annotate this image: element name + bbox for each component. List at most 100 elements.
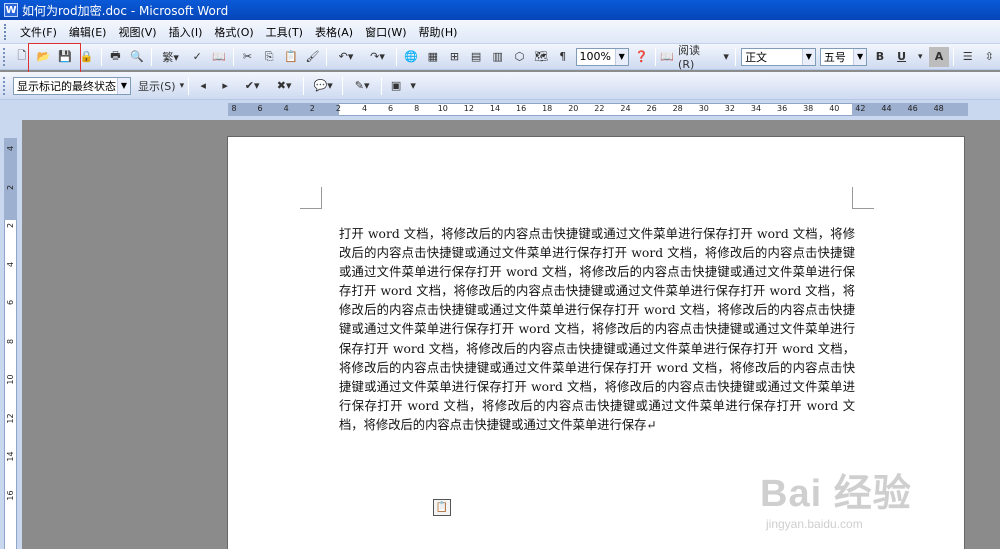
menu-window[interactable]: 窗口(W) [359, 22, 412, 42]
accept-change-icon[interactable]: ✔▾ [237, 76, 267, 96]
ruler-tick-label: 6 [388, 104, 394, 113]
track-changes-icon[interactable]: ✎▾ [347, 76, 377, 96]
open-folder-icon[interactable]: 📂 [34, 47, 54, 67]
title-bar: W 如何为rod加密.doc - Microsoft Word [0, 0, 1000, 20]
reject-change-icon[interactable]: ✖▾ [269, 76, 299, 96]
menu-help[interactable]: 帮助(H) [413, 22, 464, 42]
menu-tools[interactable]: 工具(T) [260, 22, 309, 42]
insert-excel-icon[interactable]: ▤ [466, 47, 486, 67]
chevron-down-icon[interactable]: ▼ [853, 48, 867, 65]
standard-toolbar: 🗋 📂 💾 🔒 🖶 🔍 繁▾ ✓ 📖 ✂ ⎘ 📋 🖌 ↶▾ ↷▾ 🌐 ▦ ⊞ ▤… [0, 44, 1000, 71]
chevron-down-icon[interactable]: ▼ [614, 48, 628, 65]
print-icon[interactable]: 🖶 [106, 47, 126, 67]
ruler-tick-label: 2 [6, 184, 15, 190]
format-painter-icon[interactable]: 🖌 [303, 47, 323, 67]
drawing-icon[interactable]: ⬡ [510, 47, 530, 67]
copy-icon[interactable]: ⎘ [259, 47, 279, 67]
markup-combo[interactable]: 显示标记的最终状态 ▼ [13, 76, 131, 95]
show-hide-icon[interactable]: ¶ [553, 47, 573, 67]
insert-comment-icon[interactable]: 💬▾ [308, 76, 338, 96]
spelling-icon[interactable]: ✓ [187, 47, 207, 67]
separator [655, 47, 657, 66]
paste-icon[interactable]: 📋 [281, 47, 301, 67]
columns-icon[interactable]: ▥ [488, 47, 508, 67]
ruler-tick-label: 32 [724, 104, 735, 113]
ruler-tick-label: 30 [698, 104, 709, 113]
menu-edit[interactable]: 编辑(E) [63, 22, 113, 42]
separator [326, 47, 328, 66]
insert-table-icon[interactable]: ⊞ [445, 47, 465, 67]
redo-icon[interactable]: ↷▾ [363, 47, 392, 67]
ruler-tick-label: 24 [620, 104, 631, 113]
character-shading-button[interactable]: A [929, 46, 949, 67]
horizontal-ruler[interactable]: 8 6 4 2 2 4 6 8 10 12 14 16 18 20 22 24 26 28 30 32 34 36 38 40… [0, 100, 1000, 120]
underline-dropdown-icon[interactable]: ▾ [913, 47, 927, 67]
zoom-combo[interactable]: 100% ▼ [575, 47, 629, 66]
font-size-combo[interactable]: 五号 ▼ [819, 47, 868, 66]
ruler-tick-label: 44 [881, 104, 892, 113]
undo-icon[interactable]: ↶▾ [331, 47, 360, 67]
vertical-ruler[interactable]: 4 2 2 4 6 8 10 12 14 16 [0, 120, 22, 549]
document-body-text[interactable]: 打开 word 文档，将修改后的内容点击快捷键或通过文件菜单进行保存打开 wor… [339, 225, 855, 435]
menu-format[interactable]: 格式(O) [208, 22, 259, 42]
separator [342, 76, 344, 95]
menu-view[interactable]: 视图(V) [112, 22, 162, 42]
toolbar-grip[interactable] [3, 76, 8, 95]
menu-table[interactable]: 表格(A) [309, 22, 359, 42]
separator [381, 76, 383, 95]
chevron-down-icon[interactable]: ▼ [801, 48, 815, 65]
menu-insert[interactable]: 插入(I) [163, 22, 209, 42]
separator [100, 47, 102, 66]
reviewing-pane-icon[interactable]: ▣ [386, 76, 406, 96]
separator [150, 47, 152, 66]
document-map-icon[interactable]: 🗺 [531, 47, 551, 67]
previous-change-icon[interactable]: ◂ [193, 76, 213, 96]
margin-corner-right [852, 187, 874, 209]
print-preview-icon[interactable]: 🔍 [127, 47, 147, 67]
toolbar-options-icon[interactable]: ▾ [721, 47, 731, 67]
ruler-tick-label: 4 [6, 145, 15, 152]
style-combo[interactable]: 正文 ▼ [741, 47, 816, 66]
ruler-tick-label: 4 [283, 104, 289, 113]
hyperlink-icon[interactable]: 🌐 [401, 47, 421, 67]
line-spacing-icon[interactable]: ⇳ [979, 47, 999, 67]
document-page[interactable]: 打开 word 文档，将修改后的内容点击快捷键或通过文件菜单进行保存打开 wor… [227, 136, 965, 549]
save-icon[interactable]: 💾 [55, 47, 75, 67]
separator [303, 76, 305, 95]
underline-button[interactable]: U [892, 47, 912, 67]
show-button[interactable]: 显示(S) ▾ [134, 76, 184, 96]
margin-corner-left [300, 187, 322, 209]
word-app-icon[interactable]: W [4, 3, 18, 17]
traditional-chinese-icon[interactable]: 繁▾ [156, 47, 185, 67]
ruler-tick-label: 12 [6, 412, 15, 424]
new-document-icon[interactable]: 🗋 [12, 47, 32, 67]
ruler-tick-label: 14 [489, 104, 501, 113]
toolbar-grip[interactable] [3, 47, 8, 66]
menu-file[interactable]: 文件(F) [14, 22, 63, 42]
research-icon[interactable]: 📖 [209, 47, 229, 67]
ruler-tick-label: 22 [594, 104, 605, 113]
chevron-down-icon[interactable]: ▼ [117, 77, 130, 94]
cut-icon[interactable]: ✂ [238, 47, 258, 67]
paste-options-icon[interactable]: 📋 [433, 499, 451, 516]
toolbar-options-icon[interactable]: ▾ [408, 76, 418, 96]
ruler-tick-label: 8 [414, 104, 420, 113]
menu-grip[interactable] [4, 23, 8, 40]
ruler-tick-label: 4 [6, 261, 15, 267]
ruler-tick-label: 2 [335, 104, 341, 113]
ruler-tick-label: 10 [6, 374, 15, 385]
tables-borders-icon[interactable]: ▦ [423, 47, 443, 67]
ruler-tick-label: 4 [361, 104, 368, 113]
ruler-tick-label: 48 [933, 104, 944, 113]
ruler-tick-label: 10 [437, 104, 448, 113]
align-icon[interactable]: ☰ [958, 47, 978, 67]
read-button[interactable]: 📖 阅读(R) [660, 44, 719, 71]
permission-icon[interactable]: 🔒 [77, 47, 97, 67]
ruler-tick-label: 6 [257, 104, 263, 113]
window-title: 如何为rod加密.doc - Microsoft Word [22, 3, 229, 18]
next-change-icon[interactable]: ▸ [215, 76, 235, 96]
font-size-value: 五号 [823, 50, 846, 64]
document-area[interactable]: 打开 word 文档，将修改后的内容点击快捷键或通过文件菜单进行保存打开 wor… [22, 120, 1000, 549]
bold-button[interactable]: B [870, 47, 890, 67]
help-icon[interactable]: ❓ [632, 47, 652, 67]
